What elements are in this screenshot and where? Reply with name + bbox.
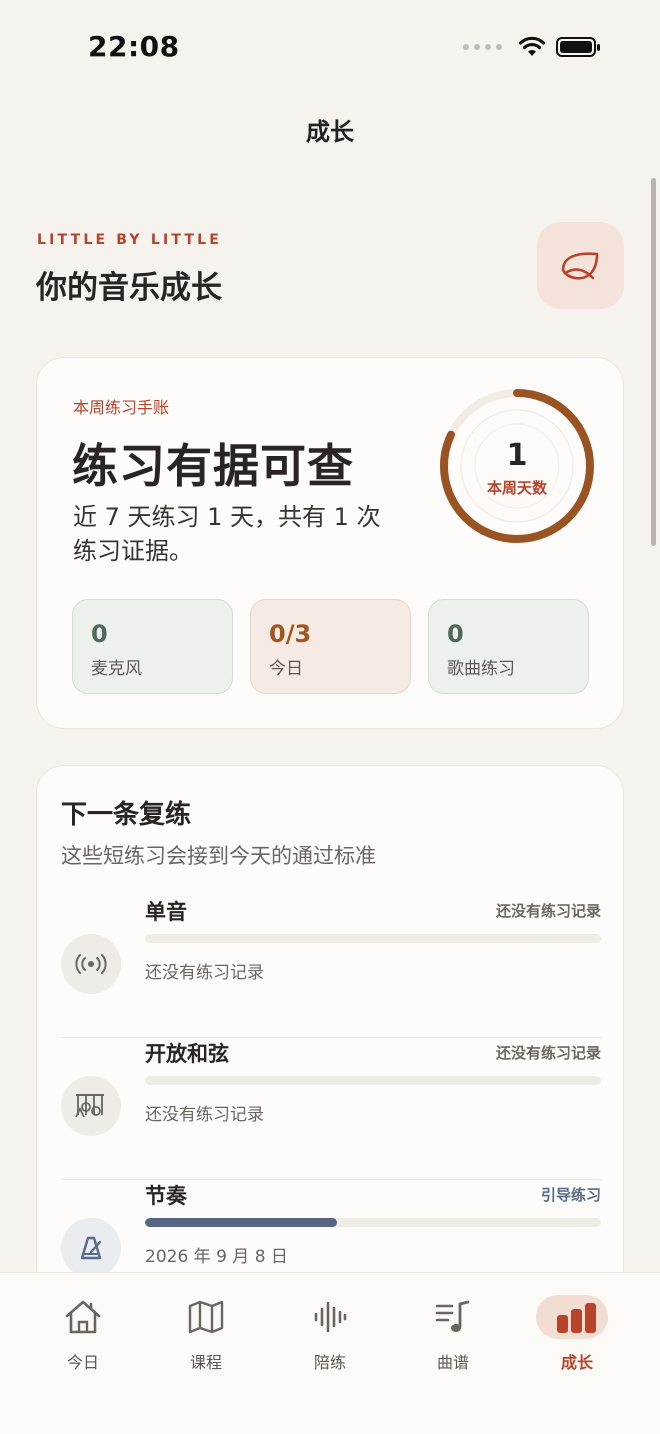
stat-song-practice: 0 歌曲练习	[428, 599, 589, 694]
item-progress-bar	[145, 1218, 601, 1227]
ring-value: 1	[506, 438, 528, 473]
summary-headline: 练习有据可查	[72, 439, 354, 493]
review-item-single-note[interactable]: 单音 还没有练习记录 还没有练习记录	[61, 896, 601, 1038]
leaf-button[interactable]	[537, 222, 624, 309]
signal-icon	[61, 934, 121, 994]
scrollbar[interactable]	[651, 178, 656, 546]
tab-sheet-music[interactable]: 曲谱	[391, 1273, 515, 1383]
item-note: 还没有练习记录	[145, 963, 264, 983]
tab-courses[interactable]: 课程	[144, 1273, 268, 1383]
status-icons	[463, 36, 602, 58]
map-icon	[144, 1295, 268, 1339]
status-bar: 22:08	[0, 0, 660, 96]
home-icon	[21, 1295, 145, 1339]
leaf-icon	[561, 251, 598, 280]
item-status[interactable]: 引导练习	[541, 1184, 601, 1205]
tab-label: 今日	[66, 1353, 99, 1372]
stat-today: 0/3 今日	[250, 599, 411, 694]
item-note: 2026 年 9 月 8 日	[145, 1247, 288, 1267]
page-title: 你的音乐成长	[36, 270, 222, 306]
item-progress-bar	[145, 934, 601, 943]
tab-label: 曲谱	[436, 1353, 469, 1372]
metronome-icon	[61, 1218, 121, 1278]
header-eyebrow: LITTLE BY LITTLE	[37, 232, 223, 248]
summary-eyebrow: 本周练习手账	[73, 398, 170, 417]
battery-icon	[556, 37, 600, 57]
music-note-icon	[391, 1295, 515, 1339]
review-subtitle: 这些短练习会接到今天的通过标准	[61, 844, 376, 868]
summary-description: 近 7 天练习 1 天，共有 1 次练习证据。	[73, 503, 381, 565]
item-note: 还没有练习记录	[145, 1105, 264, 1125]
stat-value: 0/3	[269, 620, 312, 648]
stat-label: 歌曲练习	[447, 659, 515, 679]
next-review-card: 下一条复练 这些短练习会接到今天的通过标准 单音 还没有练习记录 还没有练习记录	[36, 765, 624, 1325]
signal-dots-icon	[463, 44, 502, 50]
tab-growth[interactable]: 成长	[515, 1273, 639, 1383]
stat-label: 今日	[269, 659, 303, 679]
ring-label: 本周天数	[486, 479, 547, 497]
nav-title: 成长	[306, 118, 354, 146]
weekly-summary-card: 本周练习手账 练习有据可查 近 7 天练习 1 天，共有 1 次练习证据。 1 …	[36, 357, 624, 729]
item-name: 单音	[145, 900, 187, 924]
bar-chart-icon	[515, 1295, 639, 1339]
wifi-icon	[518, 36, 546, 56]
item-status: 还没有练习记录	[495, 1044, 601, 1062]
tab-label: 课程	[189, 1353, 222, 1372]
guitar-icon	[61, 1076, 121, 1136]
stat-value: 0	[91, 620, 108, 648]
item-progress-fill	[145, 1218, 337, 1227]
stat-label: 麦克风	[91, 659, 142, 679]
item-progress-bar	[145, 1076, 601, 1085]
tab-practice-companion[interactable]: 陪练	[268, 1273, 392, 1383]
stat-value: 0	[447, 620, 464, 648]
tab-bar: 今日 课程 陪练 曲谱 成长	[0, 1272, 660, 1434]
tab-today[interactable]: 今日	[21, 1273, 145, 1383]
waveform-icon	[268, 1295, 392, 1339]
item-status: 还没有练习记录	[495, 902, 601, 920]
item-name: 开放和弦	[145, 1042, 229, 1066]
status-time: 22:08	[88, 30, 180, 63]
review-title: 下一条复练	[61, 800, 192, 830]
item-name: 节奏	[145, 1184, 187, 1208]
tab-label: 成长	[560, 1353, 593, 1372]
review-item-open-chords[interactable]: 开放和弦 还没有练习记录 还没有练习记录	[61, 1038, 601, 1180]
tab-label: 陪练	[313, 1353, 346, 1372]
stat-microphone: 0 麦克风	[72, 599, 233, 694]
